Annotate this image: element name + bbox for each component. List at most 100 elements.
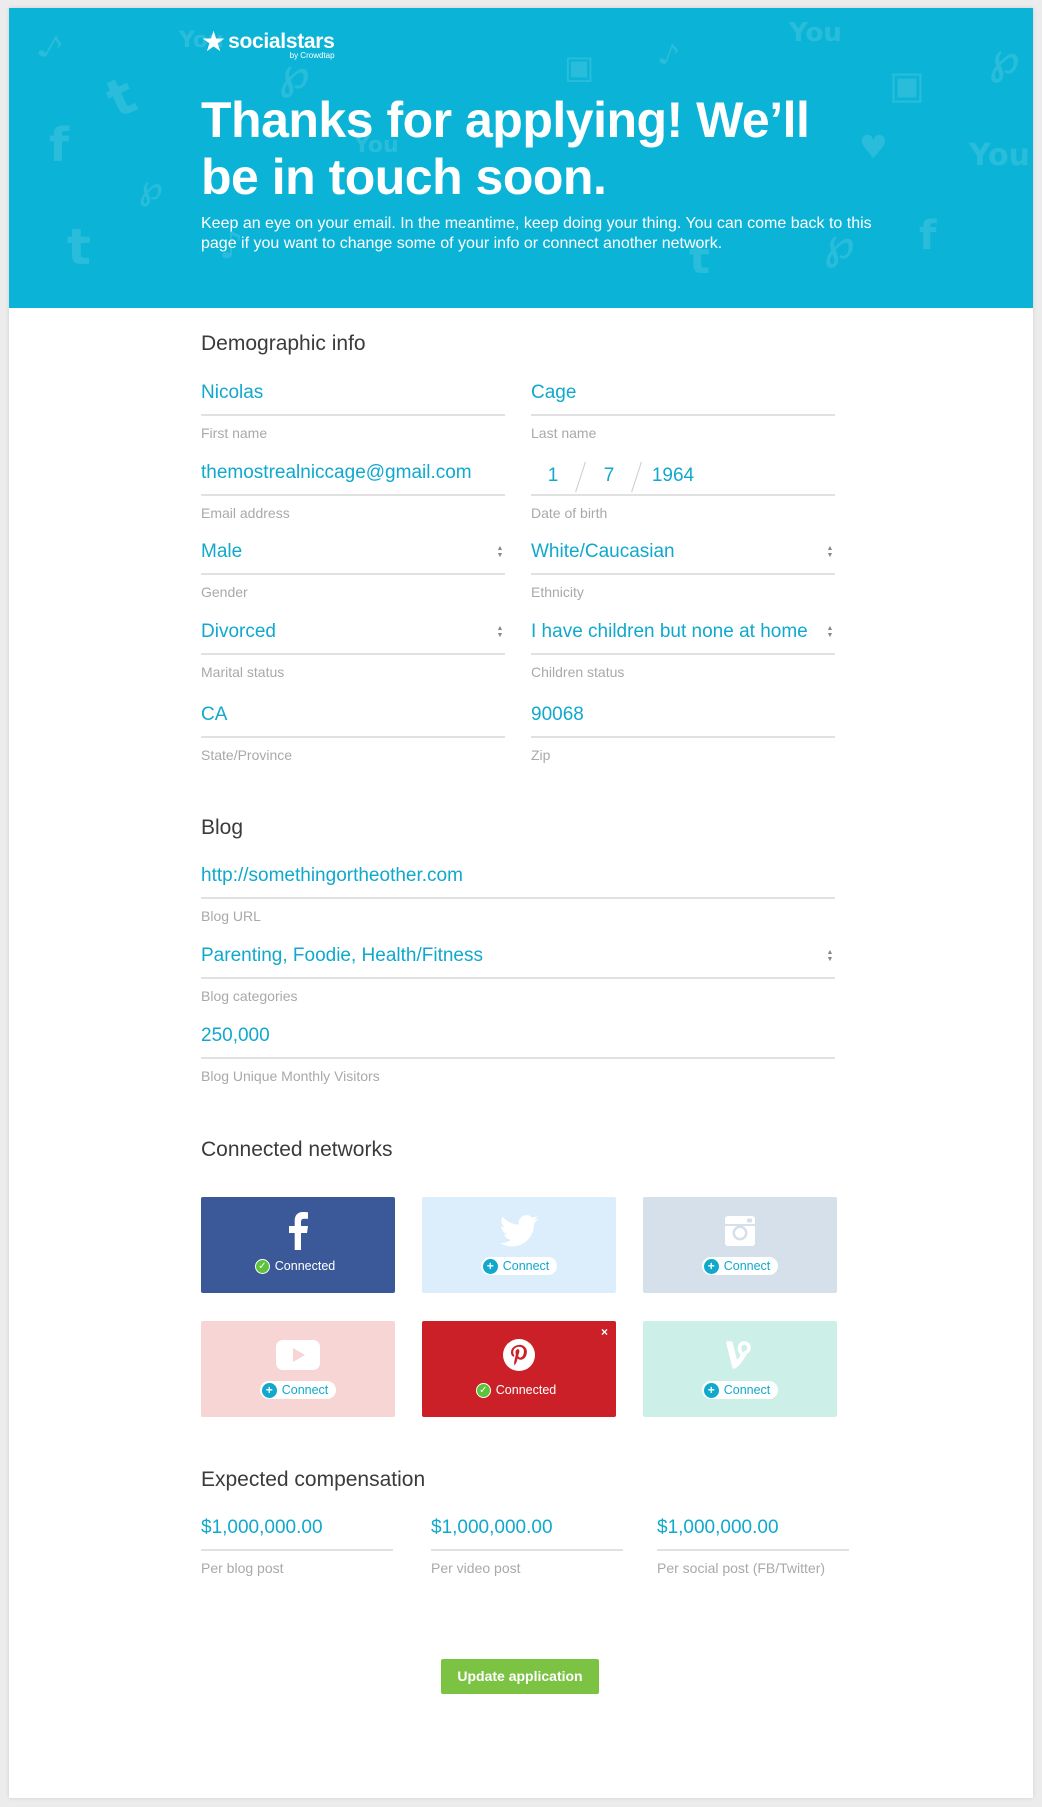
blog-categories-field[interactable]: Parenting, Foodie, Health/Fitness ▲ ▼ Blo… [201,941,835,1004]
update-application-button[interactable]: Update application [441,1659,599,1694]
brand-name: socialstars [228,30,335,53]
dob-day-input[interactable]: 7 [587,461,631,491]
connect-button[interactable]: + Connect [480,1257,558,1275]
zip-input[interactable]: 90068 [531,700,835,738]
network-status-label: Connected [274,1259,336,1273]
section-title-networks: Connected networks [201,1138,393,1161]
ethnicity-label: Ethnicity [531,584,584,600]
blog-post-rate-field[interactable]: $1,000,000.00 Per blog post [201,1513,393,1576]
email-input[interactable]: themostrealniccage@gmail.com [201,458,505,496]
select-arrows-icon: ▲ ▼ [826,545,834,559]
blog-categories-select[interactable]: Parenting, Foodie, Health/Fitness ▲ ▼ [201,941,835,979]
plus-icon: + [482,1258,498,1274]
network-status-label: Connect [281,1383,329,1397]
children-status-select[interactable]: I have children but none at home ▲ ▼ [531,617,835,655]
blog-post-rate-label: Per blog post [201,1560,284,1576]
doodle-icon: f [919,213,937,259]
network-status-label: Connect [723,1383,771,1397]
video-post-rate-input[interactable]: $1,000,000.00 [431,1513,623,1551]
blog-categories-selected-value: Parenting, Foodie, Health/Fitness [201,945,483,966]
blog-visitors-label: Blog Unique Monthly Visitors [201,1068,380,1084]
blog-url-input[interactable]: http://somethingortheother.com [201,861,835,899]
dob-separator [575,461,587,491]
dob-month-input[interactable]: 1 [531,461,575,491]
network-status-label: Connect [502,1259,550,1273]
doodle-icon: ℘ [139,168,163,208]
doodle-icon: t [97,65,146,131]
zip-field[interactable]: 90068 Zip [531,700,835,763]
network-tile-youtube[interactable]: + Connect [201,1321,395,1417]
video-post-rate-field[interactable]: $1,000,000.00 Per video post [431,1513,623,1576]
section-title-demographic: Demographic info [201,332,366,355]
select-arrows-icon: ▲ ▼ [496,625,504,639]
marital-status-label: Marital status [201,664,285,680]
children-status-label: Children status [531,664,625,680]
blog-post-rate-input[interactable]: $1,000,000.00 [201,1513,393,1551]
disconnect-close-icon[interactable]: × [601,1325,608,1339]
connect-button[interactable]: + Connect [701,1381,779,1399]
social-post-rate-input[interactable]: $1,000,000.00 [657,1513,849,1551]
state-input[interactable]: CA [201,700,505,738]
last-name-label: Last name [531,425,597,441]
doodle-icon: ▣ [564,48,595,86]
blog-url-label: Blog URL [201,908,261,924]
first-name-input[interactable]: Nicolas [201,378,505,416]
social-post-rate-label: Per social post (FB/Twitter) [657,1560,826,1576]
doodle-icon: ▣ [889,63,925,107]
plus-icon: + [261,1382,277,1398]
select-arrows-icon: ▲ ▼ [826,949,834,963]
connect-button[interactable]: + Connect [259,1381,337,1399]
social-post-rate-field[interactable]: $1,000,000.00 Per social post (FB/Twitte… [657,1513,849,1576]
select-arrows-icon: ▲ ▼ [826,625,834,639]
select-arrows-icon: ▲ ▼ [496,545,504,559]
blog-visitors-input[interactable]: 250,000 [201,1021,835,1059]
blog-visitors-field[interactable]: 250,000 Blog Unique Monthly Visitors [201,1021,835,1084]
network-tile-pinterest[interactable]: × ✓ Connected [422,1321,616,1417]
date-of-birth-inputs: 1 7 1964 [531,458,835,496]
network-status-label: Connected [495,1383,557,1397]
hero-description: Keep an eye on your email. In the meanti… [201,215,872,252]
network-status-connected: ✓ Connected [474,1381,564,1399]
network-tile-vine[interactable]: + Connect [643,1321,837,1417]
marital-status-select[interactable]: Divorced ▲ ▼ [201,617,505,655]
facebook-icon [287,1211,309,1251]
ethnicity-selected-value: White/Caucasian [531,541,675,562]
connect-button[interactable]: + Connect [701,1257,779,1275]
gender-field[interactable]: Male ▲ ▼ Gender [201,537,505,600]
pinterest-icon [502,1335,536,1375]
dob-year-input[interactable]: 1964 [643,461,703,491]
gender-select[interactable]: Male ▲ ▼ [201,537,505,575]
network-tile-twitter[interactable]: + Connect [422,1197,616,1293]
last-name-input[interactable]: Cage [531,378,835,416]
hero-banner: f t t ℘ ♪ You You ℘ ▣ ♪ You ▣ ♥ You ℘ f … [9,8,1033,308]
plus-icon: + [703,1258,719,1274]
blog-categories-label: Blog categories [201,988,298,1004]
doodle-icon: t [67,218,91,276]
network-tile-facebook[interactable]: ✓ Connected [201,1197,395,1293]
marital-status-field[interactable]: Divorced ▲ ▼ Marital status [201,617,505,680]
network-tile-instagram[interactable]: + Connect [643,1197,837,1293]
section-title-blog: Blog [201,816,244,839]
doodle-icon: You [969,138,1030,173]
state-field[interactable]: CA State/Province [201,700,505,763]
check-icon: ✓ [254,1258,270,1274]
section-title-compensation: Expected compensation [201,1468,426,1491]
children-status-field[interactable]: I have children but none at home ▲ ▼ Chil… [531,617,835,680]
video-post-rate-label: Per video post [431,1560,521,1576]
date-of-birth-field[interactable]: 1 7 1964 Date of birth [531,458,835,521]
blog-url-field[interactable]: http://somethingortheother.com Blog URL [201,861,835,924]
zip-label: Zip [531,747,551,763]
last-name-field[interactable]: Cage Last name [531,378,835,441]
ethnicity-select[interactable]: White/Caucasian ▲ ▼ [531,537,835,575]
hero-title: Thanks for applying! We’ll be in touch s… [201,92,810,205]
socialstars-logo[interactable]: ★ socialstars by Crowdtap [201,28,335,60]
doodle-icon: ♪ [653,35,684,76]
instagram-icon [724,1211,756,1251]
first-name-field[interactable]: Nicolas First name [201,378,505,441]
email-field[interactable]: themostrealniccage@gmail.com Email addre… [201,458,505,521]
doodle-icon: ℘ [989,33,1020,84]
gender-selected-value: Male [201,541,243,562]
ethnicity-field[interactable]: White/Caucasian ▲ ▼ Ethnicity [531,537,835,600]
state-label: State/Province [201,747,293,763]
marital-status-selected-value: Divorced [201,621,276,642]
